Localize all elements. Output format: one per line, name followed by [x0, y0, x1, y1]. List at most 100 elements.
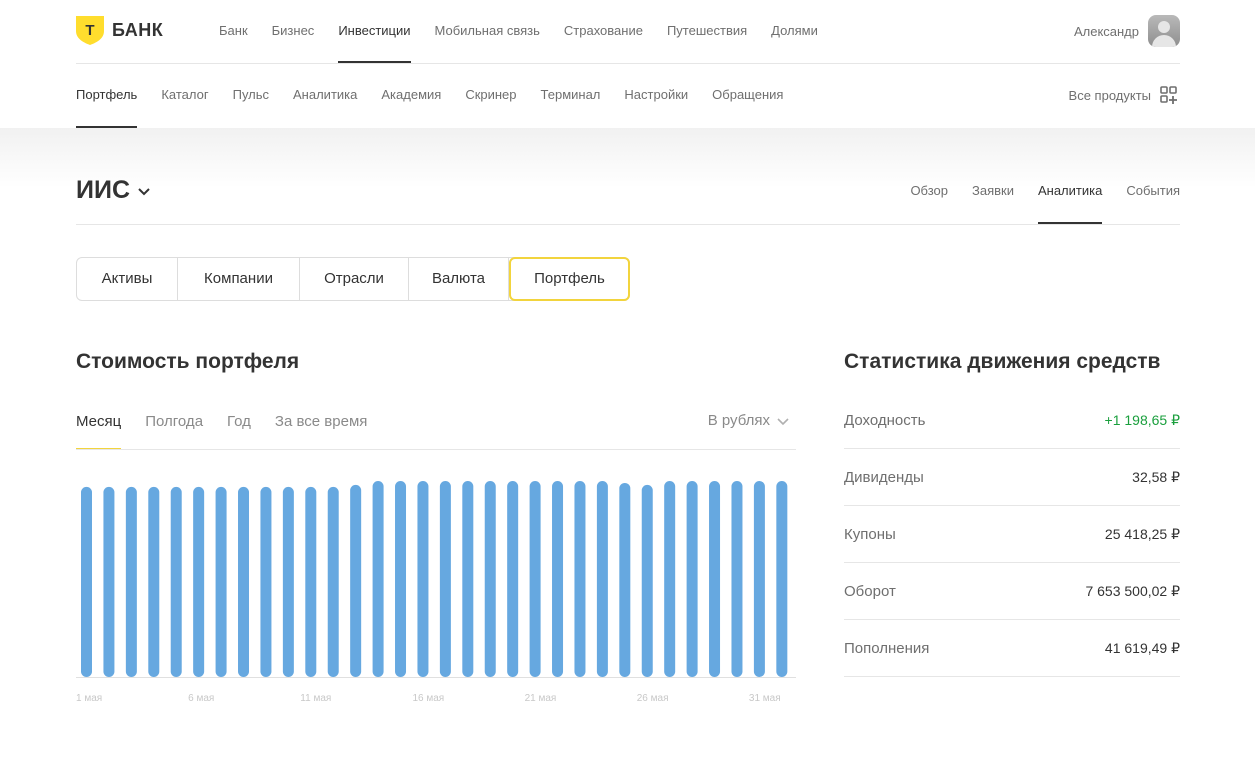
stat-value: 41 619,49 ₽ — [1104, 639, 1180, 656]
cash-flow-title: Статистика движения средств — [844, 350, 1161, 373]
top-nav-item-business[interactable]: Бизнес — [272, 0, 315, 63]
chart-bar[interactable] — [148, 486, 160, 677]
chevron-down-icon — [777, 417, 789, 425]
stat-label: Купоны — [844, 525, 896, 543]
segment-companies[interactable]: Компании — [178, 258, 300, 300]
stat-row-dividends: Дивиденды 32,58 ₽ — [844, 449, 1180, 506]
stat-value: 32,58 ₽ — [1132, 468, 1180, 485]
tab-events[interactable]: События — [1126, 160, 1180, 224]
top-nav: Банк Бизнес Инвестиции Мобильная связь С… — [219, 0, 818, 63]
chart-bar[interactable] — [439, 480, 451, 677]
subnav-item-terminal[interactable]: Терминал — [541, 64, 601, 128]
stat-value: 25 418,25 ₽ — [1104, 525, 1180, 542]
segment-currency[interactable]: Валюта — [409, 258, 509, 300]
segment-assets[interactable]: Активы — [77, 258, 178, 300]
chart-bar[interactable] — [641, 484, 653, 677]
chart-bar[interactable] — [350, 484, 362, 677]
tab-analytics[interactable]: Аналитика — [1037, 160, 1103, 224]
all-products-label: Все продукты — [1068, 87, 1151, 103]
chart-bar[interactable] — [574, 480, 586, 677]
currency-select[interactable]: В рублях — [708, 412, 790, 429]
stat-value: +1 198,65 ₽ — [1104, 411, 1180, 428]
top-nav-item-travel[interactable]: Путешествия — [667, 0, 747, 63]
chart-bar[interactable] — [686, 480, 698, 677]
chart-bar[interactable] — [664, 480, 676, 677]
top-nav-item-insurance[interactable]: Страхование — [564, 0, 643, 63]
chevron-down-icon — [138, 187, 150, 195]
x-tick-label: 16 мая — [412, 693, 444, 704]
avatar[interactable] — [1148, 15, 1180, 47]
chart-bar[interactable] — [619, 482, 631, 677]
chart-bar[interactable] — [484, 480, 496, 677]
top-nav-item-dolyami[interactable]: Долями — [771, 0, 818, 63]
stat-row-deposits: Пополнения 41 619,49 ₽ — [844, 620, 1180, 677]
x-tick-label: 21 мая — [525, 693, 557, 704]
chart-bar[interactable] — [193, 486, 205, 677]
period-half-year[interactable]: Полгода — [145, 405, 203, 450]
chart-bar[interactable] — [417, 480, 429, 677]
tab-orders[interactable]: Заявки — [972, 160, 1014, 224]
bank-logo-icon: Т — [76, 16, 104, 45]
chart-bar[interactable] — [507, 480, 519, 677]
subnav-item-analytics[interactable]: Аналитика — [293, 64, 357, 128]
segment-portfolio[interactable]: Портфель — [509, 257, 630, 301]
chart-bar[interactable] — [709, 480, 721, 677]
x-tick-label: 1 мая — [76, 693, 102, 704]
subnav-item-settings[interactable]: Настройки — [624, 64, 688, 128]
period-all-time[interactable]: За все время — [275, 405, 367, 450]
subnav-item-academy[interactable]: Академия — [381, 64, 441, 128]
currency-select-label: В рублях — [707, 412, 770, 429]
account-selector[interactable]: ИИС — [76, 176, 152, 205]
logo[interactable]: Т БАНК — [76, 16, 163, 45]
chart-bar[interactable] — [552, 480, 564, 677]
top-nav-item-mobile[interactable]: Мобильная связь — [435, 0, 540, 63]
subnav-item-pulse[interactable]: Пульс — [233, 64, 269, 128]
x-tick-label: 6 мая — [188, 693, 214, 704]
portfolio-value-title: Стоимость портфеля — [76, 350, 300, 373]
chart-bar[interactable] — [282, 486, 294, 677]
x-tick-label: 11 мая — [300, 693, 331, 704]
chart-bar[interactable] — [238, 486, 250, 677]
stat-label: Дивиденды — [844, 468, 924, 486]
logo-text: БАНК — [112, 20, 164, 40]
chart-bar[interactable] — [327, 486, 339, 677]
subnav-item-portfolio[interactable]: Портфель — [76, 64, 138, 128]
chart-bar[interactable] — [529, 480, 541, 677]
chart-bar[interactable] — [731, 480, 743, 677]
chart-bar[interactable] — [305, 486, 317, 677]
analytics-segments: Активы Компании Отрасли Валюта Портфель — [76, 257, 630, 301]
stat-label: Оборот — [844, 582, 896, 600]
stat-value: 7 653 500,02 ₽ — [1085, 582, 1180, 599]
top-bar: Т БАНК Банк Бизнес Инвестиции Мобильная … — [0, 0, 1255, 64]
chart-bar[interactable] — [462, 480, 474, 677]
subnav-item-support[interactable]: Обращения — [712, 64, 783, 128]
all-products-button[interactable]: Все продукты — [1069, 85, 1179, 105]
stat-row-coupons: Купоны 25 418,25 ₽ — [844, 506, 1180, 563]
chart-bar[interactable] — [776, 480, 788, 677]
top-nav-item-bank[interactable]: Банк — [219, 0, 248, 63]
grid-plus-icon — [1160, 86, 1177, 104]
period-month[interactable]: Месяц — [76, 405, 122, 450]
chart-bar[interactable] — [596, 480, 608, 677]
subnav-item-screener[interactable]: Скринер — [465, 64, 516, 128]
chart-bar[interactable] — [170, 486, 182, 677]
subnav-item-catalog[interactable]: Каталог — [161, 64, 208, 128]
period-tabs-divider — [76, 449, 796, 450]
top-nav-item-investments[interactable]: Инвестиции — [338, 0, 411, 63]
account-tabs: Обзор Заявки Аналитика События — [910, 160, 1180, 224]
chart-bar[interactable] — [753, 480, 765, 677]
x-tick-label: 26 мая — [637, 693, 669, 704]
chart-bar[interactable] — [103, 486, 115, 677]
chart-bar[interactable] — [215, 486, 227, 677]
cash-flow-stats: Доходность +1 198,65 ₽ Дивиденды 32,58 ₽… — [844, 392, 1180, 677]
user-menu[interactable]: Александр — [1074, 15, 1180, 47]
chart-bar[interactable] — [125, 486, 137, 677]
chart-bar[interactable] — [372, 480, 384, 677]
segment-sectors[interactable]: Отрасли — [300, 258, 409, 300]
account-divider — [76, 224, 1180, 225]
period-year[interactable]: Год — [227, 405, 251, 450]
chart-bar[interactable] — [81, 486, 92, 677]
chart-bar[interactable] — [395, 480, 407, 677]
chart-bar[interactable] — [260, 486, 272, 677]
tab-overview[interactable]: Обзор — [910, 160, 948, 224]
